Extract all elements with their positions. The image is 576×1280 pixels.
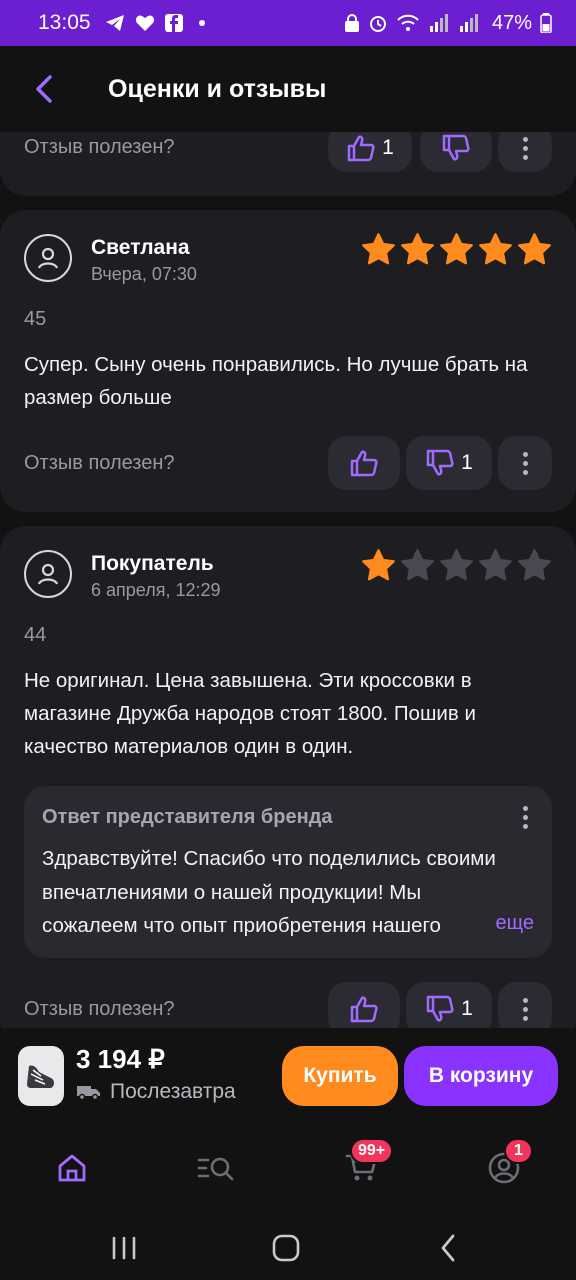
buy-button[interactable]: Купить xyxy=(282,1046,398,1106)
rating-stars xyxy=(360,548,553,584)
rating-stars xyxy=(360,232,553,268)
star-icon xyxy=(518,233,551,265)
page-title: Оценки и отзывы xyxy=(108,74,327,103)
home-icon xyxy=(58,1154,86,1182)
review-text: Не оригинал. Цена завышена. Эти кроссовк… xyxy=(24,669,476,758)
profile-badge: 1 xyxy=(504,1138,533,1164)
tab-home[interactable] xyxy=(50,1146,94,1190)
more-icon xyxy=(522,136,528,160)
thumbs-up-icon xyxy=(350,450,378,477)
brand-reply-expand-link[interactable]: еще xyxy=(475,912,534,935)
system-nav-bar xyxy=(0,1208,576,1280)
brand-reply-text: Здравствуйте! Спасибо что поделились сво… xyxy=(42,847,496,937)
dislike-count: 1 xyxy=(461,451,473,474)
more-button[interactable] xyxy=(498,436,552,490)
star-icon xyxy=(401,233,434,265)
star-icon xyxy=(440,233,473,265)
review-date: Вчера, 07:30 xyxy=(91,264,197,284)
dislike-count: 1 xyxy=(461,997,473,1020)
back-nav-button[interactable] xyxy=(428,1228,468,1268)
delivery-info: Послезавтра xyxy=(76,1080,236,1104)
brand-reply-more-icon[interactable] xyxy=(523,806,528,829)
price: 3 194 ₽ xyxy=(76,1044,165,1074)
battery-icon xyxy=(540,13,552,33)
back-nav-icon xyxy=(441,1234,455,1262)
star-icon xyxy=(362,549,395,581)
thumbs-down-icon xyxy=(426,449,454,476)
star-icon xyxy=(479,549,512,581)
buy-bar: 3 194 ₽ Послезавтра Купить В корзину xyxy=(0,1028,576,1124)
avatar xyxy=(24,550,72,598)
star-icon xyxy=(362,233,395,265)
add-to-cart-button[interactable]: В корзину xyxy=(404,1046,558,1106)
star-icon xyxy=(401,549,434,581)
back-button[interactable] xyxy=(26,71,62,107)
signal-2-icon xyxy=(459,14,478,32)
home-button[interactable] xyxy=(266,1228,306,1268)
facebook-icon xyxy=(164,14,183,32)
user-icon xyxy=(37,563,59,585)
more-icon xyxy=(522,997,528,1021)
brand-reply: Ответ представителя бренда Здравствуйте!… xyxy=(24,786,552,958)
review-card: Покупатель 6 апреля, 12:29 44 Не оригина… xyxy=(0,526,576,1046)
battery-level: 47% xyxy=(491,11,532,34)
notification-dot-icon xyxy=(198,20,205,26)
truck-icon xyxy=(77,1086,100,1101)
status-bar: 13:05 47% xyxy=(0,0,576,46)
catalog-search-icon xyxy=(197,1157,234,1181)
like-button[interactable] xyxy=(328,436,400,490)
telegram-icon xyxy=(105,15,124,31)
like-count: 1 xyxy=(382,136,394,159)
review-author: Покупатель xyxy=(91,552,214,575)
thumbs-down-icon xyxy=(442,134,470,161)
helpful-label: Отзыв полезен? xyxy=(24,998,175,1020)
review-size: 44 xyxy=(24,624,47,646)
dislike-button[interactable]: 1 xyxy=(406,436,492,490)
more-icon xyxy=(522,451,528,475)
star-icon xyxy=(440,549,473,581)
brand-reply-title: Ответ представителя бренда xyxy=(42,806,333,828)
home-nav-icon xyxy=(272,1234,300,1262)
avatar xyxy=(24,234,72,282)
alarm-icon xyxy=(369,16,386,32)
product-thumbnail[interactable] xyxy=(18,1046,64,1106)
recent-apps-icon xyxy=(112,1236,136,1260)
app-bar: Оценки и отзывы xyxy=(0,46,576,132)
review-text: Супер. Сыну очень понравились. Но лучше … xyxy=(24,353,528,409)
helpful-label: Отзыв полезен? xyxy=(24,136,175,158)
review-date: 6 апреля, 12:29 xyxy=(91,580,221,600)
wifi-icon xyxy=(397,14,419,31)
star-icon xyxy=(479,233,512,265)
thumbs-down-icon xyxy=(426,995,454,1022)
review-card: Светлана Вчера, 07:30 45 Супер. Сыну оче… xyxy=(0,210,576,512)
recent-apps-button[interactable] xyxy=(104,1228,144,1268)
lock-icon xyxy=(344,14,359,32)
signal-icon xyxy=(429,14,448,32)
tab-bar: 99+ 1 xyxy=(0,1124,576,1208)
review-size: 45 xyxy=(24,308,47,330)
thumbs-up-icon xyxy=(347,135,375,162)
status-time: 13:05 xyxy=(38,11,91,34)
tab-catalog[interactable] xyxy=(194,1146,238,1190)
review-author: Светлана xyxy=(91,236,190,259)
sneaker-icon xyxy=(27,1065,54,1088)
star-icon xyxy=(518,549,551,581)
thumbs-up-icon xyxy=(350,996,378,1023)
user-icon xyxy=(37,247,59,269)
chevron-left-icon xyxy=(36,75,52,103)
cart-badge: 99+ xyxy=(350,1138,394,1164)
delivery-label: Послезавтра xyxy=(110,1080,236,1103)
heart-icon xyxy=(135,15,154,31)
helpful-label: Отзыв полезен? xyxy=(24,452,175,474)
